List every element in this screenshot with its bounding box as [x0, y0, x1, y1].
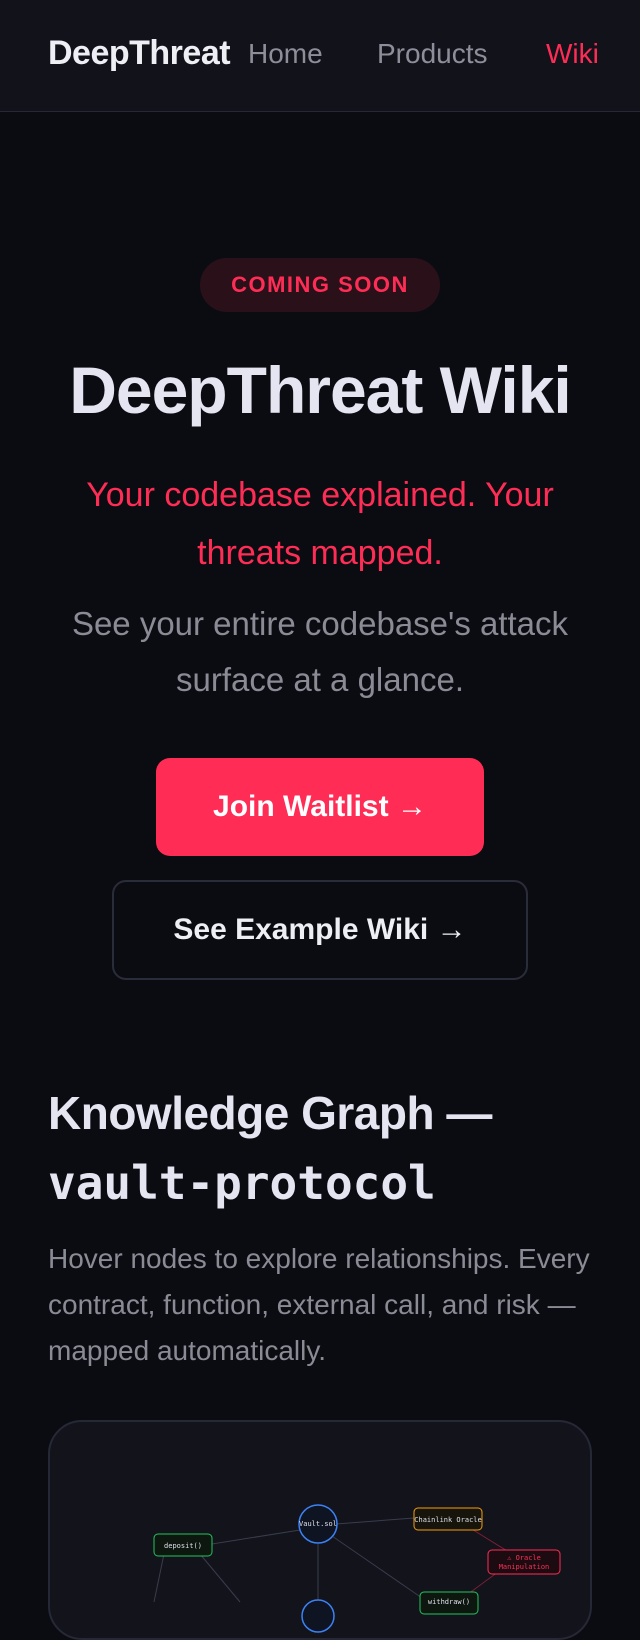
- graph-node-label: Vault.sol: [299, 1520, 337, 1528]
- graph-node-withdraw[interactable]: withdraw(): [419, 1591, 479, 1615]
- graph-node-label: deposit(): [164, 1542, 202, 1550]
- see-example-wiki-button[interactable]: See Example Wiki →: [112, 880, 528, 980]
- join-waitlist-button[interactable]: Join Waitlist →: [156, 758, 484, 856]
- graph-edge: [199, 1553, 241, 1603]
- graph-edge: [153, 1553, 165, 1603]
- graph-node-deposit[interactable]: deposit(): [153, 1533, 213, 1557]
- nav-link-products[interactable]: Products: [377, 38, 488, 70]
- hero-subtitle: See your entire codebase's attack surfac…: [71, 605, 569, 698]
- graph-edge: [211, 1529, 301, 1545]
- section-description: Hover nodes to explore relationships. Ev…: [48, 1243, 590, 1366]
- project-name: vault-protocol: [48, 1156, 436, 1210]
- knowledge-graph-canvas[interactable]: Vault.sol Chainlink Oracle deposit() ⚠ O…: [50, 1422, 592, 1640]
- hero-tagline: Your codebase explained. Your threats ma…: [86, 476, 554, 572]
- coming-soon-badge: COMING SOON: [200, 258, 440, 312]
- graph-edge: [335, 1517, 415, 1525]
- graph-edge: [331, 1535, 423, 1599]
- graph-node-vault[interactable]: Vault.sol: [298, 1504, 338, 1544]
- nav-link-home[interactable]: Home: [248, 38, 323, 70]
- graph-node-label: ⚠ Oracle: [507, 1554, 541, 1562]
- risk-edge: [467, 1571, 499, 1595]
- top-navbar: DeepThreat Home Products Wiki: [0, 0, 640, 112]
- knowledge-graph-card[interactable]: Vault.sol Chainlink Oracle deposit() ⚠ O…: [48, 1420, 592, 1640]
- section-title: Knowledge Graph —: [48, 1087, 492, 1139]
- graph-node-label: Manipulation: [499, 1563, 550, 1571]
- graph-node-oracle-manipulation[interactable]: ⚠ Oracle Manipulation: [487, 1549, 561, 1575]
- brand-logo[interactable]: DeepThreat: [48, 34, 231, 73]
- nav-link-wiki[interactable]: Wiki: [546, 38, 599, 70]
- graph-node-label: withdraw(): [428, 1598, 470, 1606]
- graph-node-contract-partial[interactable]: [301, 1599, 335, 1633]
- graph-node-chainlink-oracle[interactable]: Chainlink Oracle: [413, 1507, 483, 1531]
- graph-edges: [153, 1517, 423, 1606]
- page-title: DeepThreat Wiki: [69, 353, 572, 427]
- graph-node-label: Chainlink Oracle: [414, 1516, 481, 1524]
